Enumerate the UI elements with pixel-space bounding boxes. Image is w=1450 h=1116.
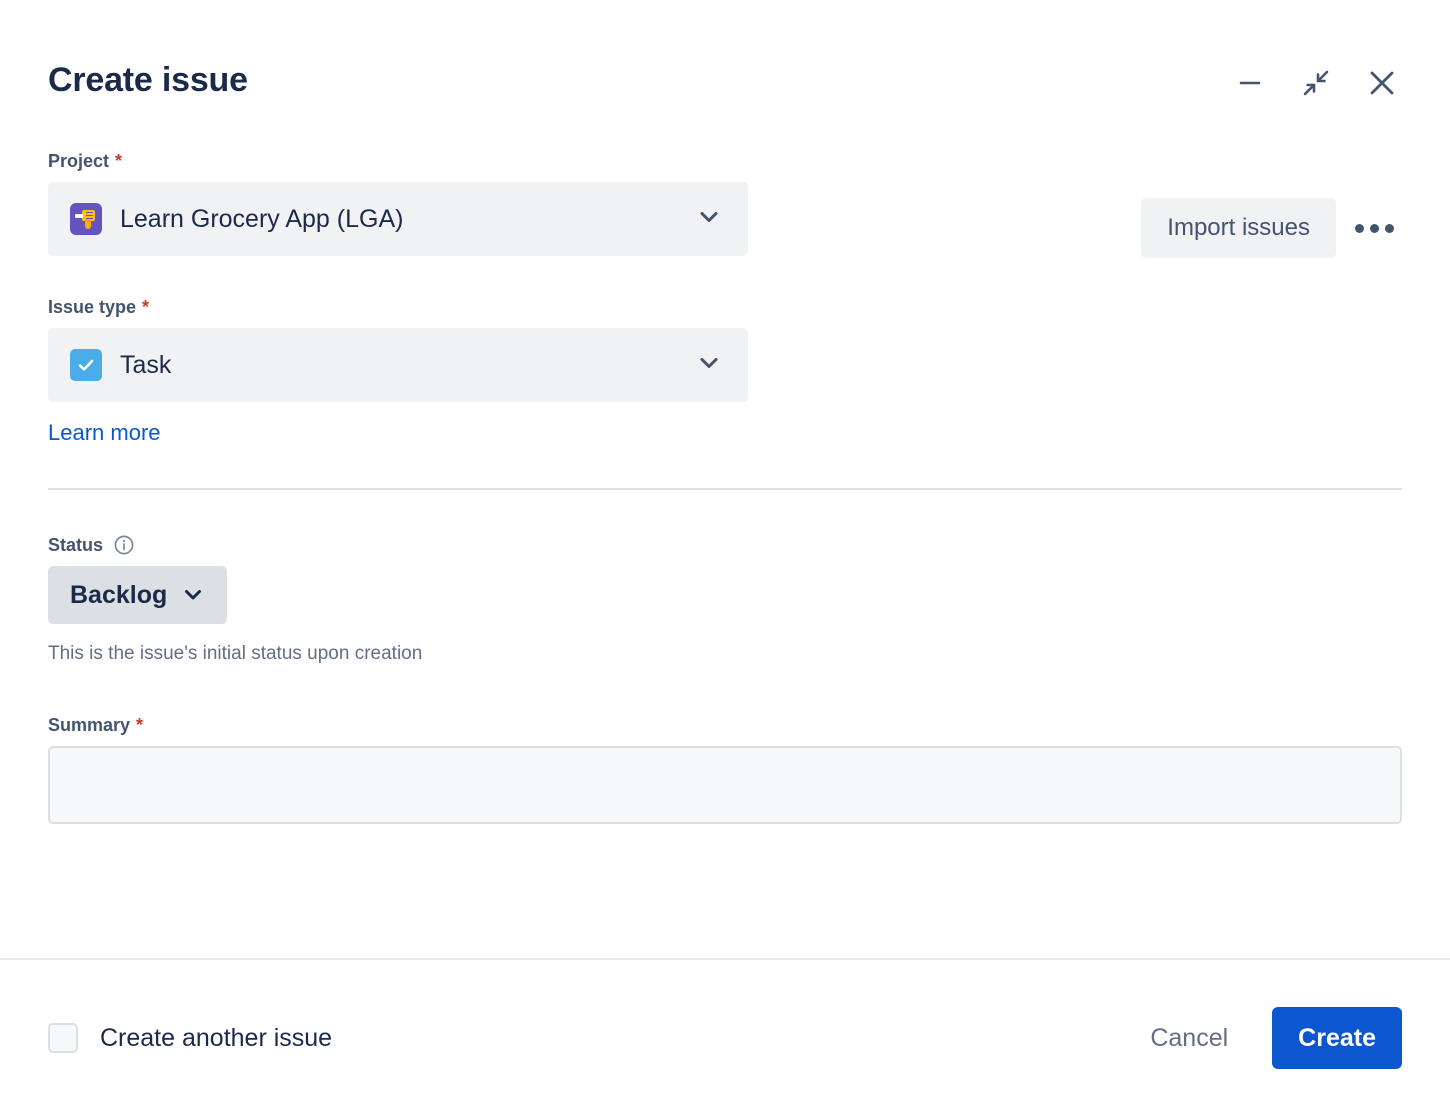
issue-type-label-text: Issue type bbox=[48, 297, 137, 317]
more-actions-icon[interactable] bbox=[1346, 200, 1402, 256]
project-field-group: Project * Learn Grocery App (LGA) bbox=[48, 150, 748, 256]
close-icon[interactable] bbox=[1362, 63, 1402, 103]
project-and-tools-row: Project * Learn Grocery App (LGA) Issue … bbox=[48, 150, 1402, 446]
issue-type-select[interactable]: Task bbox=[48, 328, 748, 402]
summary-label: Summary * bbox=[48, 714, 1402, 736]
status-label: Status bbox=[48, 534, 1402, 556]
project-label-text: Project bbox=[48, 151, 110, 171]
chevron-down-icon bbox=[696, 204, 722, 235]
summary-label-text: Summary bbox=[48, 715, 131, 735]
chevron-down-icon bbox=[696, 350, 722, 381]
project-avatar-drill-icon bbox=[70, 203, 102, 235]
status-field-group: Status Backlog This is the issue's initi… bbox=[48, 490, 1402, 666]
dialog-body: Project * Learn Grocery App (LGA) Issue … bbox=[0, 150, 1450, 958]
summary-required-asterisk: * bbox=[136, 715, 144, 735]
create-issue-dialog: Create issue Project * Learn Grocery App… bbox=[0, 0, 1450, 1116]
create-button[interactable]: Create bbox=[1272, 1007, 1402, 1069]
footer-actions: Cancel Create bbox=[1128, 1007, 1402, 1069]
cancel-button[interactable]: Cancel bbox=[1128, 1010, 1250, 1067]
summary-field-group: Summary * bbox=[48, 666, 1402, 824]
left-fields-column: Project * Learn Grocery App (LGA) Issue … bbox=[48, 150, 748, 446]
shrink-icon[interactable] bbox=[1296, 63, 1336, 103]
status-value: Backlog bbox=[70, 581, 168, 609]
summary-input[interactable] bbox=[48, 746, 1402, 824]
minimize-icon[interactable] bbox=[1230, 63, 1270, 103]
page-title: Create issue bbox=[48, 61, 248, 99]
issue-type-label: Issue type * bbox=[48, 296, 748, 318]
checkbox-box[interactable] bbox=[48, 1023, 78, 1053]
status-label-text: Status bbox=[48, 535, 104, 555]
status-select[interactable]: Backlog bbox=[48, 566, 228, 624]
learn-more-link[interactable]: Learn more bbox=[48, 420, 161, 446]
project-select[interactable]: Learn Grocery App (LGA) bbox=[48, 182, 748, 256]
window-controls bbox=[1230, 63, 1402, 103]
create-another-issue-checkbox[interactable]: Create another issue bbox=[48, 1023, 332, 1053]
issue-type-field-group: Issue type * Task Learn more bbox=[48, 256, 748, 446]
chevron-down-icon bbox=[181, 582, 205, 609]
issue-type-select-value: Task bbox=[120, 351, 172, 379]
issue-type-required-asterisk: * bbox=[142, 297, 150, 317]
project-select-value: Learn Grocery App (LGA) bbox=[120, 205, 404, 233]
header-tools: Import issues bbox=[1141, 150, 1402, 258]
dialog-footer: Create another issue Cancel Create bbox=[0, 958, 1450, 1116]
create-another-issue-label: Create another issue bbox=[100, 1024, 333, 1052]
dialog-header: Create issue bbox=[0, 0, 1450, 150]
task-check-icon bbox=[70, 349, 102, 381]
project-required-asterisk: * bbox=[115, 151, 123, 171]
import-issues-button[interactable]: Import issues bbox=[1141, 198, 1336, 258]
status-helper-text: This is the issue's initial status upon … bbox=[48, 643, 423, 664]
project-label: Project * bbox=[48, 150, 748, 172]
info-circle-icon[interactable] bbox=[113, 534, 135, 556]
